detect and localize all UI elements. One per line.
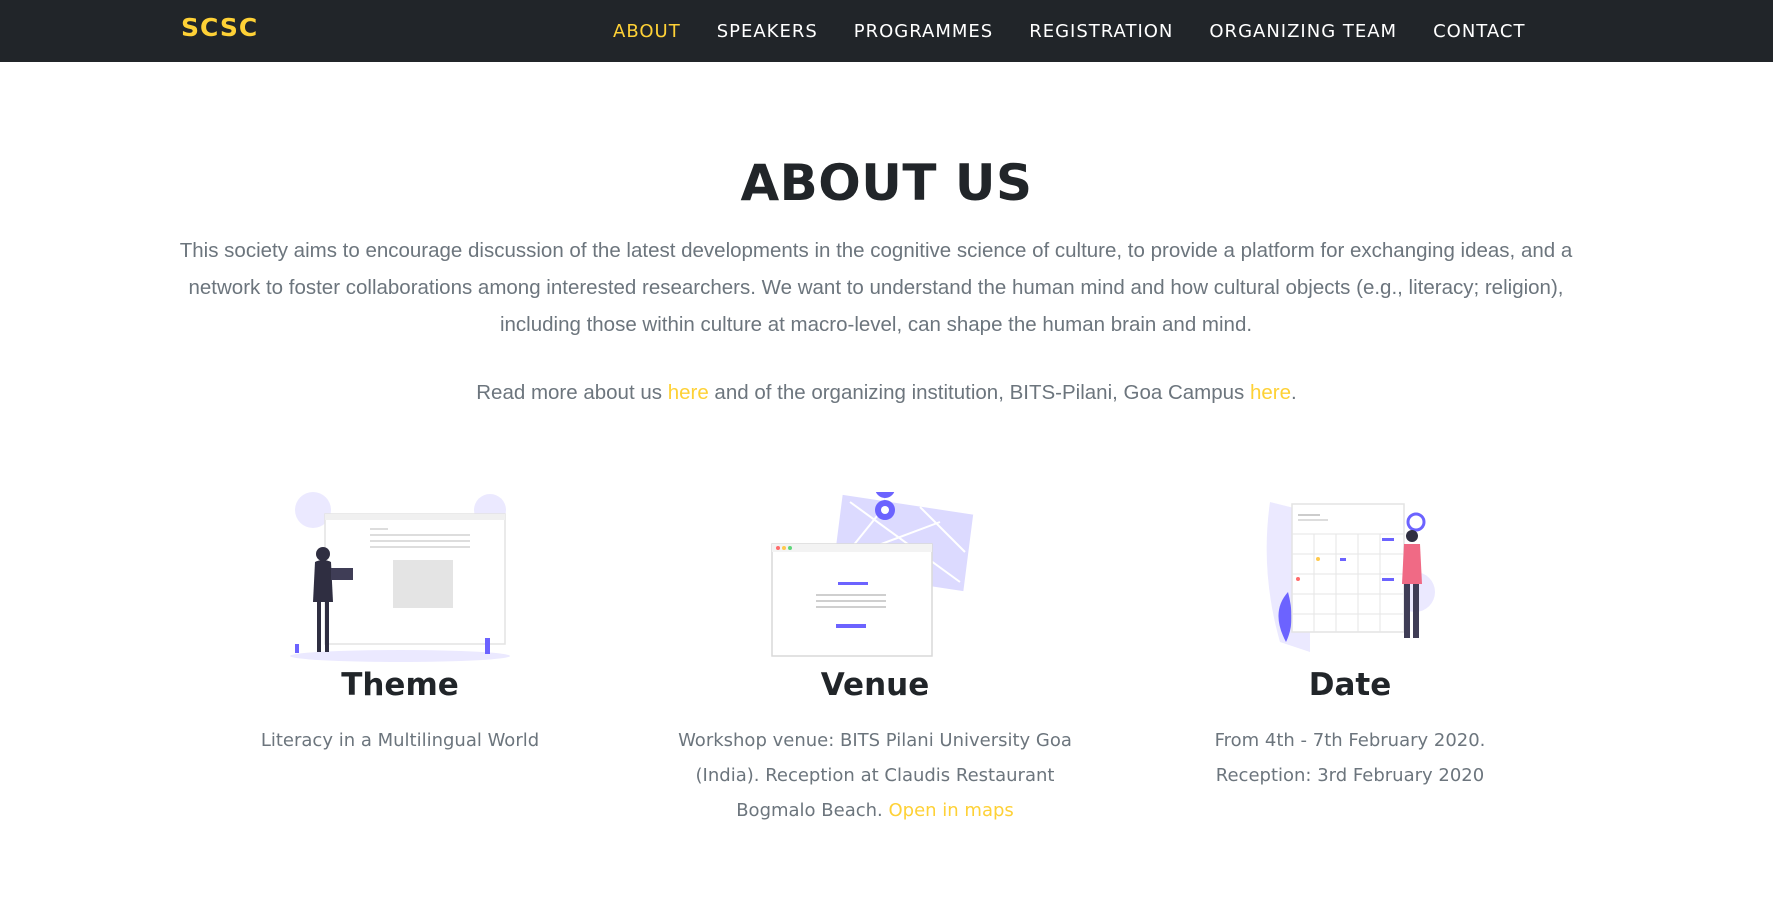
theme-title: Theme <box>341 667 459 703</box>
brand-logo[interactable]: SCSC <box>181 13 258 42</box>
intro-paragraph: This society aims to encourage discussio… <box>179 239 1573 336</box>
read-more-line: Read more about us here and of the organ… <box>0 381 1773 405</box>
nav-links: ABOUT SPEAKERS PROGRAMMES REGISTRATION O… <box>595 0 1543 62</box>
nav-link-speakers[interactable]: SPEAKERS <box>699 21 836 42</box>
section-heading: ABOUT US <box>740 154 1033 212</box>
date-title: Date <box>1308 667 1392 703</box>
nav-link-organizing-team[interactable]: ORGANIZING TEAM <box>1191 21 1415 42</box>
date-range: From 4th - 7th February 2020. <box>1214 730 1486 751</box>
venue-title: Venue <box>820 667 930 703</box>
read-more-text-3: . <box>1291 381 1297 404</box>
map-illustration <box>655 492 1095 662</box>
nav-link-registration[interactable]: REGISTRATION <box>1011 21 1191 42</box>
date-text: From 4th - 7th February 2020. Reception: … <box>1130 723 1570 793</box>
about-us-link[interactable]: here <box>668 381 709 404</box>
reception-date: Reception: 3rd February 2020 <box>1215 765 1485 786</box>
nav-link-contact[interactable]: CONTACT <box>1415 21 1543 42</box>
theme-feature: Theme Literacy in a Multilingual World <box>180 492 620 758</box>
navbar: SCSC ABOUT SPEAKERS PROGRAMMES REGISTRAT… <box>0 0 1773 62</box>
venue-feature: Venue Workshop venue: BITS Pilani Univer… <box>655 492 1095 828</box>
date-feature: Date From 4th - 7th February 2020. Recept… <box>1130 492 1570 793</box>
open-in-maps-link[interactable]: Open in maps <box>889 800 1014 821</box>
presentation-illustration <box>180 492 620 662</box>
read-more-text-1: Read more about us <box>476 381 668 404</box>
theme-text: Literacy in a Multilingual World <box>260 730 540 751</box>
venue-text: Workshop venue: BITS Pilani University G… <box>655 723 1095 828</box>
read-more-text-2: and of the organizing institution, BITS-… <box>708 381 1250 404</box>
nav-link-programmes[interactable]: PROGRAMMES <box>836 21 1011 42</box>
institution-link[interactable]: here <box>1250 381 1291 404</box>
nav-link-about[interactable]: ABOUT <box>595 21 699 42</box>
calendar-illustration <box>1130 492 1570 662</box>
